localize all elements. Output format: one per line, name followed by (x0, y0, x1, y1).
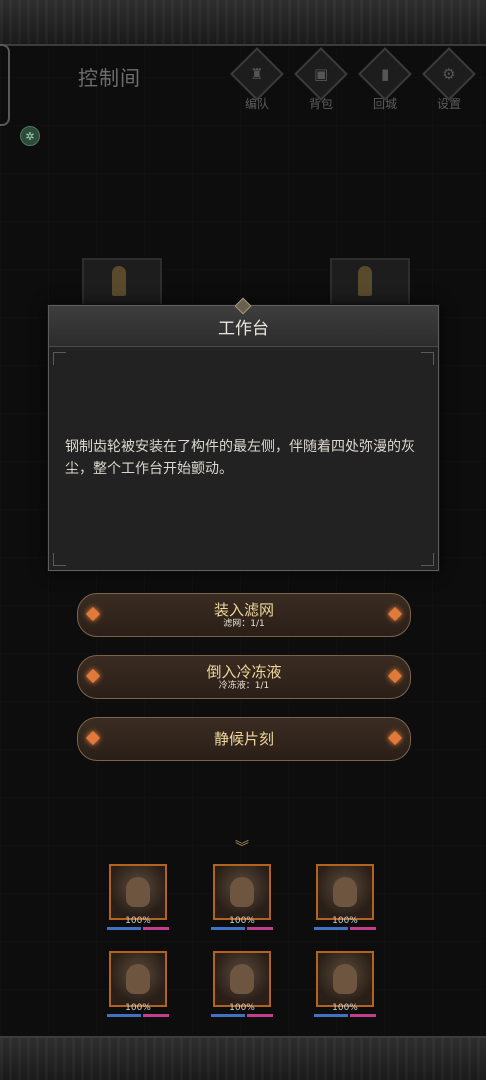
corner-ornament (421, 553, 434, 566)
hero-portrait (109, 951, 167, 1007)
hero-bars (211, 1014, 273, 1017)
top-frame (0, 0, 486, 46)
hero-bars (107, 927, 169, 930)
gear-icon: ⚙ (442, 64, 456, 83)
hero-portrait (316, 864, 374, 920)
hero-hp-percent: 100% (229, 916, 255, 926)
hero-bars (314, 1014, 376, 1017)
right-statue (358, 266, 372, 296)
corner-ornament (53, 553, 66, 566)
gem-icon (387, 606, 403, 622)
workbench-dialog: 工作台 钢制齿轮被安装在了构件的最左侧，伴随着四处弥漫的灰尘，整个工作台开始颤动… (48, 297, 439, 571)
hero-portrait (213, 951, 271, 1007)
action-requirement: 冷冻液：1/1 (218, 680, 270, 691)
room-title: 控制间 (78, 66, 141, 90)
hero-bars (211, 927, 273, 930)
hero-portrait (213, 864, 271, 920)
gem-icon (387, 730, 403, 746)
hero-hp-percent: 100% (229, 1003, 255, 1013)
party-member-1[interactable]: 100% (107, 864, 169, 930)
nav-settings-button[interactable]: ⚙ 设置 (422, 47, 476, 112)
bottom-frame (0, 1036, 486, 1080)
helmet-icon: ♜ (250, 64, 264, 83)
gem-icon (85, 668, 101, 684)
insert-filter-button[interactable]: 装入滤网 滤网：1/1 (77, 593, 411, 637)
nav-team-button[interactable]: ♜ 编队 (230, 47, 284, 112)
hero-hp-percent: 100% (332, 1003, 358, 1013)
corner-ornament (53, 352, 66, 365)
bag-icon: ▣ (313, 65, 329, 83)
wait-button[interactable]: 静候片刻 (77, 717, 411, 761)
chevron-down-icon: ︾ (235, 840, 249, 856)
party-member-3[interactable]: 100% (314, 864, 376, 930)
party-member-2[interactable]: 100% (211, 864, 273, 930)
pour-coolant-button[interactable]: 倒入冷冻液 冷冻液：1/1 (77, 655, 411, 699)
nav-return-button[interactable]: ▮ 回城 (358, 47, 412, 112)
party-member-4[interactable]: 100% (107, 951, 169, 1017)
dialog-text: 钢制齿轮被安装在了构件的最左侧，伴随着四处弥漫的灰尘，整个工作台开始颤动。 (65, 439, 415, 477)
gem-icon (387, 668, 403, 684)
hero-hp-percent: 100% (125, 1003, 151, 1013)
party-member-6[interactable]: 100% (314, 951, 376, 1017)
corner-ornament (421, 352, 434, 365)
action-requirement: 滤网：1/1 (223, 618, 265, 629)
left-statue (112, 266, 126, 296)
hero-hp-percent: 100% (125, 916, 151, 926)
action-label: 静候片刻 (213, 730, 274, 748)
party-member-5[interactable]: 100% (211, 951, 273, 1017)
top-nav: ♜ 编队 ▣ 背包 ▮ 回城 ⚙ 设置 (230, 47, 476, 112)
hero-bars (314, 927, 376, 930)
gem-icon (85, 606, 101, 622)
hero-bars (107, 1014, 169, 1017)
gem-icon (85, 730, 101, 746)
hero-portrait (109, 864, 167, 920)
action-label: 装入滤网 (213, 600, 274, 619)
side-tab[interactable] (0, 44, 10, 126)
hero-portrait (316, 951, 374, 1007)
action-label: 倒入冷冻液 (206, 662, 282, 681)
hero-hp-percent: 100% (332, 916, 358, 926)
nav-bag-button[interactable]: ▣ 背包 (294, 47, 348, 112)
map-gear-icon[interactable]: ✲ (20, 126, 40, 146)
door-icon: ▮ (380, 64, 390, 83)
